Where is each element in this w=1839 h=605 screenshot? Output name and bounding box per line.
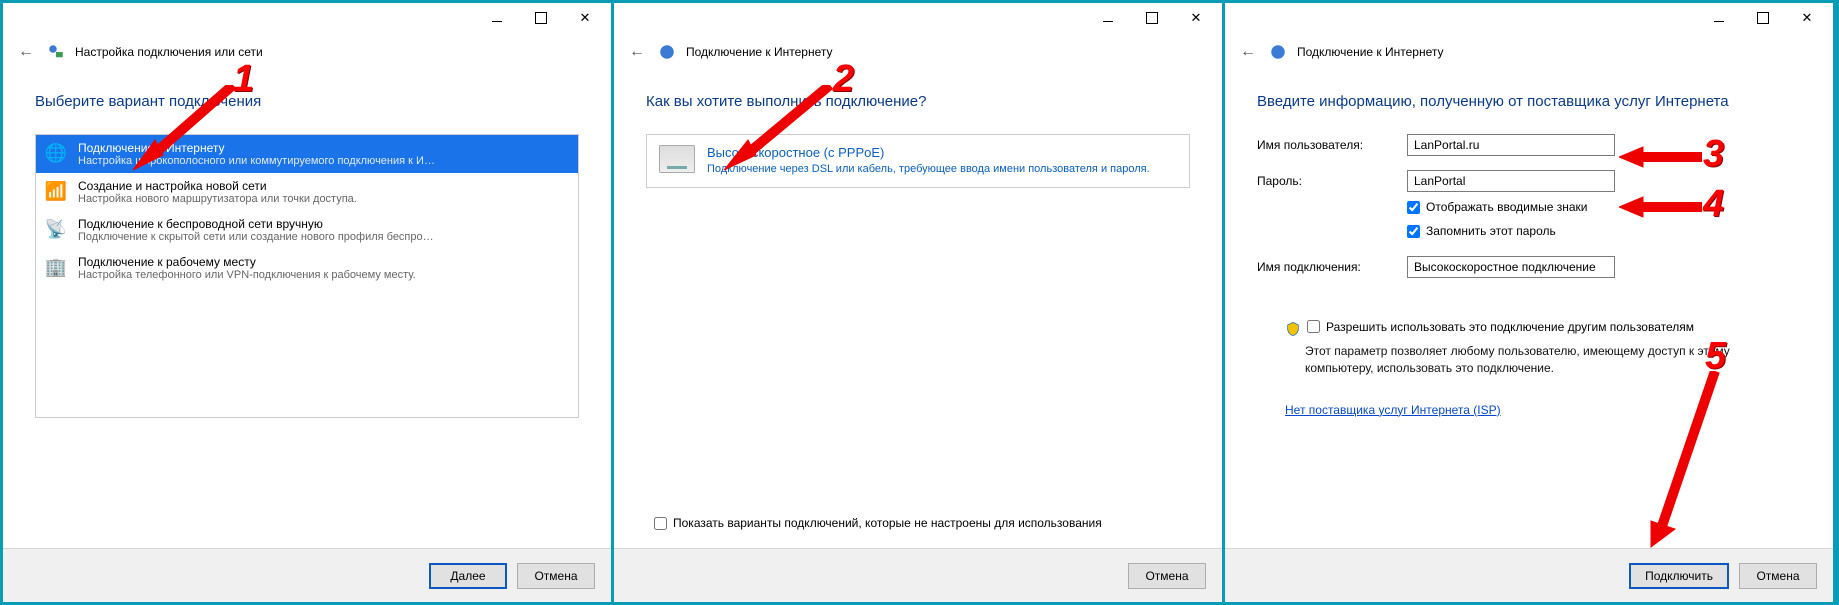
close-button[interactable] [563,4,607,32]
option-internet[interactable]: 🌐 Подключение к Интернету Настройка широ… [36,135,578,173]
close-button[interactable] [1174,4,1218,32]
content-area: Как вы хотите выполнить подключение? Выс… [614,79,1222,548]
row-allow-others: Разрешить использовать это подключение д… [1285,320,1801,337]
option-title: Подключение к рабочему месту [78,255,416,269]
maximize-button[interactable] [1741,4,1785,32]
wizard-header: ← Настройка подключения или сети [3,33,611,79]
content-area: Выберите вариант подключения 🌐 Подключен… [3,79,611,548]
option-desc: Подключение через DSL или кабель, требую… [707,162,1150,177]
option-desc: Настройка широкополосного или коммутируе… [78,155,438,167]
connection-name-input[interactable] [1407,256,1615,278]
shield-icon [1285,321,1301,337]
show-all-row: Показать варианты подключений, которые н… [646,516,1190,530]
workplace-icon: 🏢 [44,255,68,279]
internet-connection-icon [1269,43,1287,61]
option-desc: Настройка нового маршрутизатора или точк… [78,193,357,205]
wizard-step-2: ← Подключение к Интернету Как вы хотите … [614,3,1225,602]
wifi-icon: 📡 [44,217,68,241]
wizard-footer: Далее Отмена [3,548,611,602]
username-input[interactable] [1407,134,1615,156]
cancel-button[interactable]: Отмена [517,563,595,589]
remember-checkbox[interactable] [1407,225,1420,238]
row-show-chars: Отображать вводимые знаки [1407,200,1801,214]
wizard-title: Настройка подключения или сети [75,45,263,59]
allow-others-desc: Этот параметр позволяет любому пользоват… [1305,343,1801,377]
option-wireless-manual[interactable]: 📡 Подключение к беспроводной сети вручну… [36,211,578,249]
wizard-step-3: ← Подключение к Интернету Введите информ… [1225,3,1836,602]
password-label: Пароль: [1257,174,1407,188]
minimize-button[interactable] [475,4,519,32]
wizard-step-1: ← Настройка подключения или сети Выберит… [3,3,614,602]
allow-others-label: Разрешить использовать это подключение д… [1326,320,1694,334]
minimize-button[interactable] [1697,4,1741,32]
network-setup-icon [47,43,65,61]
show-all-label: Показать варианты подключений, которые н… [673,516,1102,530]
option-desc: Настройка телефонного или VPN-подключени… [78,269,416,281]
wizard-footer: Отмена [614,548,1222,602]
show-chars-label: Отображать вводимые знаки [1426,200,1587,214]
option-workplace[interactable]: 🏢 Подключение к рабочему месту Настройка… [36,249,578,287]
row-password: Пароль: [1257,170,1801,192]
wizard-title: Подключение к Интернету [686,45,833,59]
password-input[interactable] [1407,170,1615,192]
option-title: Создание и настройка новой сети [78,179,357,193]
option-title: Подключение к Интернету [78,141,438,155]
wizard-title: Подключение к Интернету [1297,45,1444,59]
page-heading: Введите информацию, полученную от постав… [1257,93,1801,110]
connect-button[interactable]: Подключить [1629,563,1729,589]
titlebar [3,3,611,33]
page-heading: Выберите вариант подключения [35,93,579,110]
option-desc: Подключение к скрытой сети или создание … [78,231,438,243]
row-connection-name: Имя подключения: [1257,256,1801,278]
cancel-button[interactable]: Отмена [1128,563,1206,589]
option-title: Подключение к беспроводной сети вручную [78,217,438,231]
wizard-footer: Подключить Отмена [1225,548,1833,602]
maximize-button[interactable] [1130,4,1174,32]
page-heading: Как вы хотите выполнить подключение? [646,93,1190,110]
option-pppoe-card[interactable]: Высокоскоростное (с PPPoE) Подключение ч… [646,134,1190,188]
allow-others-checkbox[interactable] [1307,320,1320,333]
show-all-checkbox[interactable] [654,517,667,530]
option-new-network[interactable]: 📶 Создание и настройка новой сети Настро… [36,173,578,211]
titlebar [614,3,1222,33]
internet-connection-icon [658,43,676,61]
close-button[interactable] [1785,4,1829,32]
option-title: Высокоскоростное (с PPPoE) [707,145,1150,160]
row-remember: Запомнить этот пароль [1407,224,1801,238]
back-arrow-icon[interactable]: ← [15,41,37,63]
globe-icon: 🌐 [44,141,68,165]
wizard-header: ← Подключение к Интернету [614,33,1222,79]
username-label: Имя пользователя: [1257,138,1407,152]
connection-name-label: Имя подключения: [1257,260,1407,274]
minimize-button[interactable] [1086,4,1130,32]
connection-options-list: 🌐 Подключение к Интернету Настройка широ… [35,134,579,418]
no-isp-link[interactable]: Нет поставщика услуг Интернета (ISP) [1285,403,1801,417]
modem-icon [659,145,695,173]
remember-label: Запомнить этот пароль [1426,224,1556,238]
row-username: Имя пользователя: [1257,134,1801,156]
content-area: Введите информацию, полученную от постав… [1225,79,1833,548]
cancel-button[interactable]: Отмена [1739,563,1817,589]
router-icon: 📶 [44,179,68,203]
back-arrow-icon[interactable]: ← [1237,41,1259,63]
next-button[interactable]: Далее [429,563,507,589]
wizard-header: ← Подключение к Интернету [1225,33,1833,79]
maximize-button[interactable] [519,4,563,32]
titlebar [1225,3,1833,33]
show-chars-checkbox[interactable] [1407,201,1420,214]
back-arrow-icon[interactable]: ← [626,41,648,63]
